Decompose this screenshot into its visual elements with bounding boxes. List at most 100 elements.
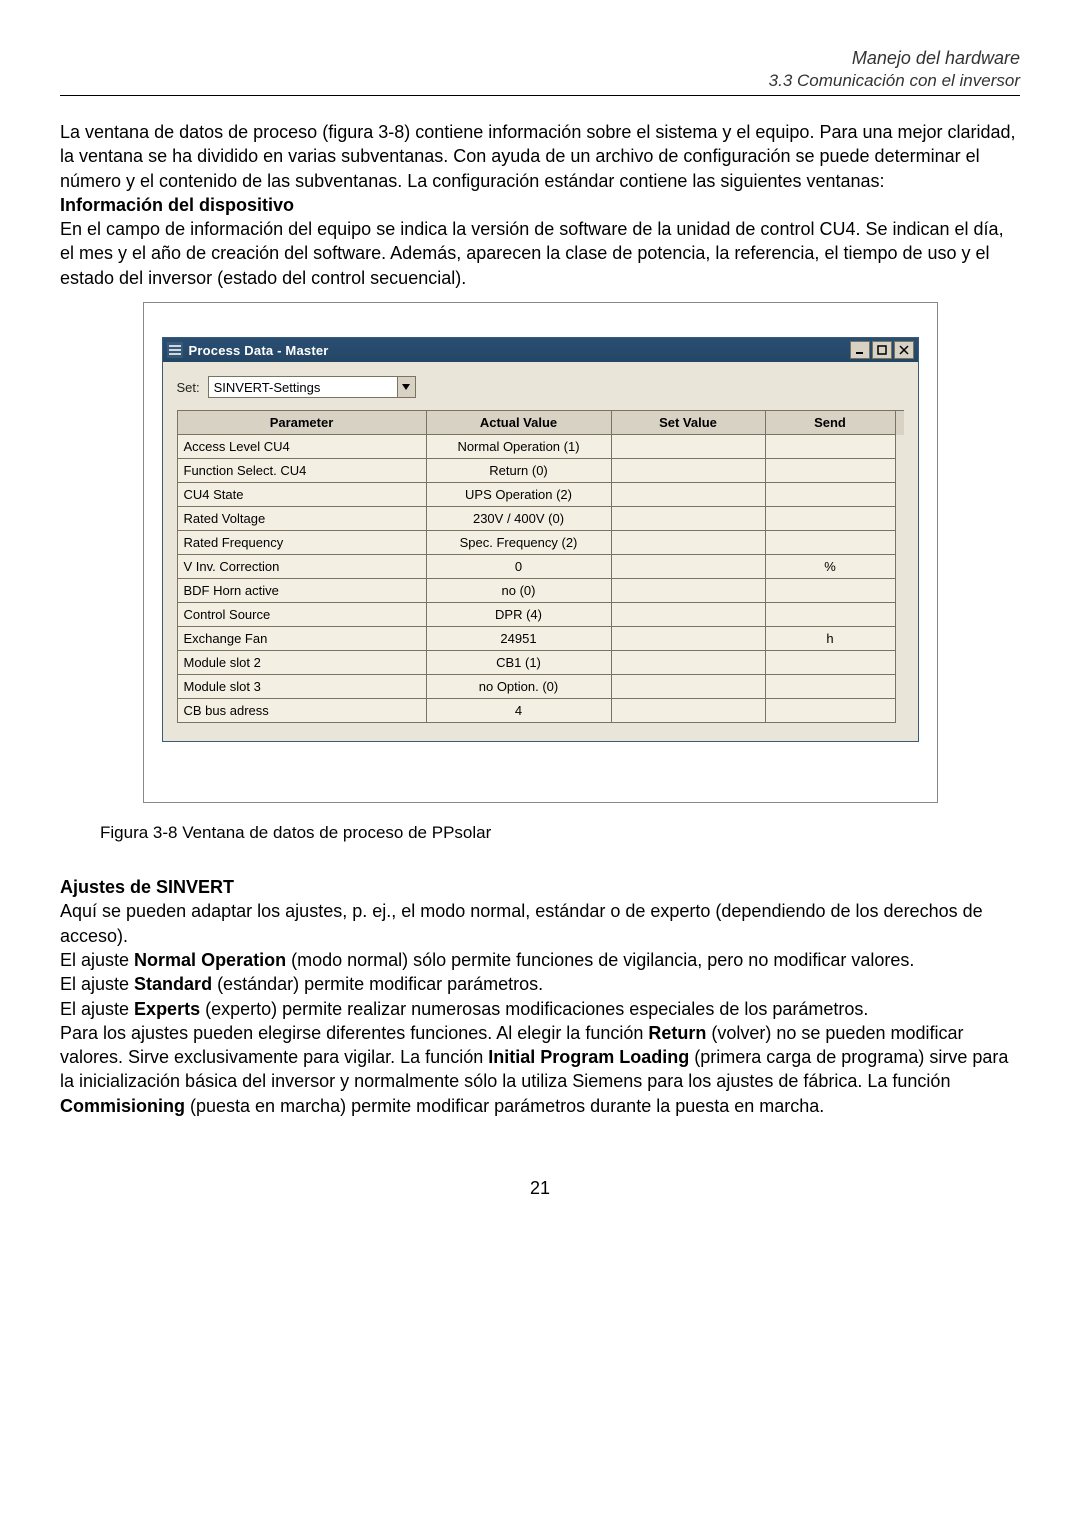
- screenshot-frame: Process Data - Master Set:: [143, 302, 938, 803]
- column-header-set: Set Value: [612, 411, 766, 435]
- cell-set-value: [612, 555, 766, 579]
- dropdown-arrow-button[interactable]: [398, 376, 416, 398]
- section2-p4: El ajuste Experts (experto) permite real…: [60, 997, 1020, 1021]
- cell-send: [766, 435, 896, 459]
- cell-parameter: Function Select. CU4: [177, 459, 427, 483]
- cell-parameter: Rated Frequency: [177, 531, 427, 555]
- section2-p3c: (estándar) permite modificar parámetros.: [212, 974, 543, 994]
- window-titlebar: Process Data - Master: [163, 338, 918, 362]
- heading-device-info: Información del dispositivo: [60, 193, 1020, 217]
- cell-set-value: [612, 651, 766, 675]
- cell-set-value: [612, 627, 766, 651]
- section2-p2a: El ajuste: [60, 950, 134, 970]
- section2-p1: Aquí se pueden adaptar los ajustes, p. e…: [60, 899, 1020, 948]
- table-row: Module slot 3no Option. (0): [177, 675, 904, 699]
- cell-send: [766, 699, 896, 723]
- cell-set-value: [612, 699, 766, 723]
- cell-send: [766, 507, 896, 531]
- cell-actual-value: UPS Operation (2): [427, 483, 612, 507]
- intro-paragraph-2: En el campo de información del equipo se…: [60, 217, 1020, 290]
- cell-parameter: Module slot 2: [177, 651, 427, 675]
- section2-p3: El ajuste Standard (estándar) permite mo…: [60, 972, 1020, 996]
- table-row: Rated FrequencySpec. Frequency (2): [177, 531, 904, 555]
- window-icon: [167, 342, 183, 358]
- cell-set-value: [612, 435, 766, 459]
- cell-parameter: CU4 State: [177, 483, 427, 507]
- page-header-subtitle: 3.3 Comunicación con el inversor: [60, 71, 1020, 91]
- cell-actual-value: DPR (4): [427, 603, 612, 627]
- table-row: Rated Voltage230V / 400V (0): [177, 507, 904, 531]
- window-title: Process Data - Master: [189, 343, 850, 358]
- figure-caption: Figura 3-8 Ventana de datos de proceso d…: [100, 823, 1020, 843]
- cell-set-value: [612, 507, 766, 531]
- section2-p5g: (puesta en marcha) permite modificar par…: [185, 1096, 824, 1116]
- page-header-title: Manejo del hardware: [60, 48, 1020, 69]
- cell-send: [766, 459, 896, 483]
- section2-p5: Para los ajustes pueden elegirse diferen…: [60, 1021, 1020, 1118]
- section2-p3a: El ajuste: [60, 974, 134, 994]
- table-row: CB bus adress4: [177, 699, 904, 723]
- table-row: CU4 StateUPS Operation (2): [177, 483, 904, 507]
- cell-actual-value: no Option. (0): [427, 675, 612, 699]
- section2-p4a: El ajuste: [60, 999, 134, 1019]
- cell-send: [766, 651, 896, 675]
- chevron-down-icon: [402, 384, 410, 390]
- section2-p4b: Experts: [134, 999, 200, 1019]
- set-dropdown-input[interactable]: [208, 376, 398, 398]
- cell-actual-value: 0: [427, 555, 612, 579]
- section2-p4c: (experto) permite realizar numerosas mod…: [200, 999, 868, 1019]
- cell-actual-value: Spec. Frequency (2): [427, 531, 612, 555]
- cell-actual-value: 230V / 400V (0): [427, 507, 612, 531]
- minimize-button[interactable]: [850, 341, 870, 359]
- parameter-grid: Parameter Actual Value Set Value Send Ac…: [177, 410, 904, 723]
- cell-send: [766, 675, 896, 699]
- cell-set-value: [612, 579, 766, 603]
- section2-p2b: Normal Operation: [134, 950, 286, 970]
- header-rule: [60, 95, 1020, 96]
- intro-paragraph-1: La ventana de datos de proceso (figura 3…: [60, 120, 1020, 193]
- cell-actual-value: Normal Operation (1): [427, 435, 612, 459]
- set-label: Set:: [177, 380, 200, 395]
- cell-actual-value: no (0): [427, 579, 612, 603]
- table-row: Exchange Fan24951 h: [177, 627, 904, 651]
- page-number: 21: [60, 1178, 1020, 1199]
- column-header-parameter: Parameter: [177, 411, 427, 435]
- cell-parameter: Rated Voltage: [177, 507, 427, 531]
- process-data-window: Process Data - Master Set:: [162, 337, 919, 742]
- cell-parameter: BDF Horn active: [177, 579, 427, 603]
- table-row: Access Level CU4Normal Operation (1): [177, 435, 904, 459]
- cell-set-value: [612, 459, 766, 483]
- section2-p2: El ajuste Normal Operation (modo normal)…: [60, 948, 1020, 972]
- cell-actual-value: Return (0): [427, 459, 612, 483]
- section2-p3b: Standard: [134, 974, 212, 994]
- cell-parameter: Exchange Fan: [177, 627, 427, 651]
- table-row: BDF Horn activeno (0): [177, 579, 904, 603]
- column-header-actual: Actual Value: [427, 411, 612, 435]
- table-row: Function Select. CU4Return (0): [177, 459, 904, 483]
- cell-set-value: [612, 603, 766, 627]
- cell-actual-value: 24951: [427, 627, 612, 651]
- cell-set-value: [612, 675, 766, 699]
- section2-p2c: (modo normal) sólo permite funciones de …: [286, 950, 914, 970]
- section2-p5d: Initial Program Loading: [488, 1047, 689, 1067]
- maximize-button[interactable]: [872, 341, 892, 359]
- table-row: Control SourceDPR (4): [177, 603, 904, 627]
- cell-send: [766, 483, 896, 507]
- cell-set-value: [612, 531, 766, 555]
- cell-parameter: Control Source: [177, 603, 427, 627]
- cell-parameter: CB bus adress: [177, 699, 427, 723]
- cell-set-value: [612, 483, 766, 507]
- cell-parameter: Access Level CU4: [177, 435, 427, 459]
- cell-send: [766, 603, 896, 627]
- cell-send: [766, 531, 896, 555]
- table-row: V Inv. Correction0%: [177, 555, 904, 579]
- close-button[interactable]: [894, 341, 914, 359]
- cell-send: %: [766, 555, 896, 579]
- cell-send: h: [766, 627, 896, 651]
- table-row: Module slot 2CB1 (1): [177, 651, 904, 675]
- heading-sinvert-settings: Ajustes de SINVERT: [60, 875, 1020, 899]
- section2-p5a: Para los ajustes pueden elegirse diferen…: [60, 1023, 648, 1043]
- cell-actual-value: CB1 (1): [427, 651, 612, 675]
- cell-parameter: V Inv. Correction: [177, 555, 427, 579]
- cell-parameter: Module slot 3: [177, 675, 427, 699]
